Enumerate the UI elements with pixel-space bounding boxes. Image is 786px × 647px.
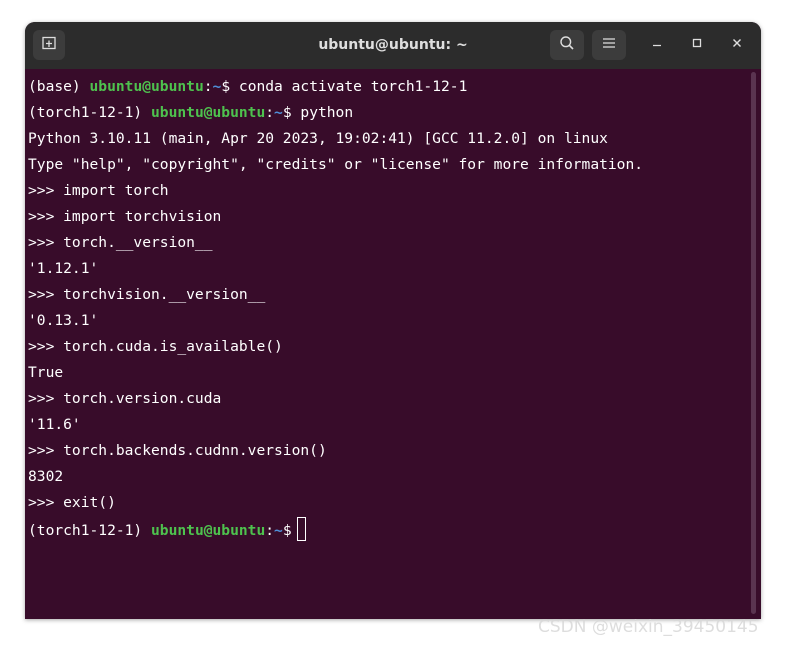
env-label: (torch1-12-1) xyxy=(28,522,152,539)
watermark: CSDN @weixin_39450145 xyxy=(538,617,759,637)
terminal-line: Python 3.10.11 (main, Apr 20 2023, 19:02… xyxy=(28,130,608,147)
scrollbar[interactable] xyxy=(751,72,756,614)
maximize-button[interactable] xyxy=(686,34,708,56)
command-text: $ xyxy=(282,522,292,539)
terminal-line: >>> torchvision.__version__ xyxy=(28,286,266,303)
terminal-line: '1.12.1' xyxy=(28,260,99,277)
hamburger-menu-icon xyxy=(602,36,616,55)
minimize-button[interactable] xyxy=(646,34,668,56)
title-bar[interactable]: ubuntu@ubuntu: ~ xyxy=(25,22,761,69)
terminal-line: (torch1-12-1) ubuntu@ubuntu:~$ python xyxy=(28,103,353,123)
terminal-line: True xyxy=(28,364,64,381)
command-text: $ conda activate torch1-12-1 xyxy=(221,78,468,95)
terminal-line: Type "help", "copyright", "credits" or "… xyxy=(28,156,644,173)
terminal-output[interactable]: (base) ubuntu@ubuntu:~$ conda activate t… xyxy=(25,70,749,619)
maximize-icon xyxy=(691,36,703,54)
prompt-separator: : xyxy=(265,104,275,121)
terminal-line: 8302 xyxy=(28,468,64,485)
prompt-path: ~ xyxy=(274,104,283,121)
terminal-line: '0.13.1' xyxy=(28,312,99,329)
terminal-line: >>> torch.cuda.is_available() xyxy=(28,338,283,355)
menu-button[interactable] xyxy=(592,30,626,60)
close-button[interactable] xyxy=(726,34,748,56)
search-button[interactable] xyxy=(550,30,584,60)
env-label: (base) xyxy=(28,78,90,95)
prompt-user: ubuntu@ubuntu xyxy=(89,78,204,95)
close-icon xyxy=(731,36,743,54)
minimize-icon xyxy=(651,36,663,54)
terminal-line: >>> torch.backends.cudnn.version() xyxy=(28,442,327,459)
terminal-line: >>> torch.__version__ xyxy=(28,234,213,251)
search-icon xyxy=(559,35,575,56)
text-cursor xyxy=(296,517,306,541)
prompt-user: ubuntu@ubuntu xyxy=(151,104,266,121)
env-label: (torch1-12-1) xyxy=(28,104,152,121)
prompt-separator: : xyxy=(203,78,213,95)
prompt-separator: : xyxy=(265,522,275,539)
terminal-line: >>> import torch xyxy=(28,182,169,199)
terminal-line: >>> exit() xyxy=(28,494,116,511)
terminal-line: >>> torch.version.cuda xyxy=(28,390,222,407)
prompt-path: ~ xyxy=(274,522,283,539)
terminal-line: (torch1-12-1) ubuntu@ubuntu:~$ xyxy=(28,517,306,541)
prompt-user: ubuntu@ubuntu xyxy=(151,522,266,539)
terminal-line: >>> import torchvision xyxy=(28,208,222,225)
terminal-line: (base) ubuntu@ubuntu:~$ conda activate t… xyxy=(28,77,467,97)
terminal-line: '11.6' xyxy=(28,416,81,433)
terminal-window: ubuntu@ubuntu: ~ (base) ubuntu@ubuntu:~$… xyxy=(25,22,761,619)
command-text: $ python xyxy=(282,104,354,121)
